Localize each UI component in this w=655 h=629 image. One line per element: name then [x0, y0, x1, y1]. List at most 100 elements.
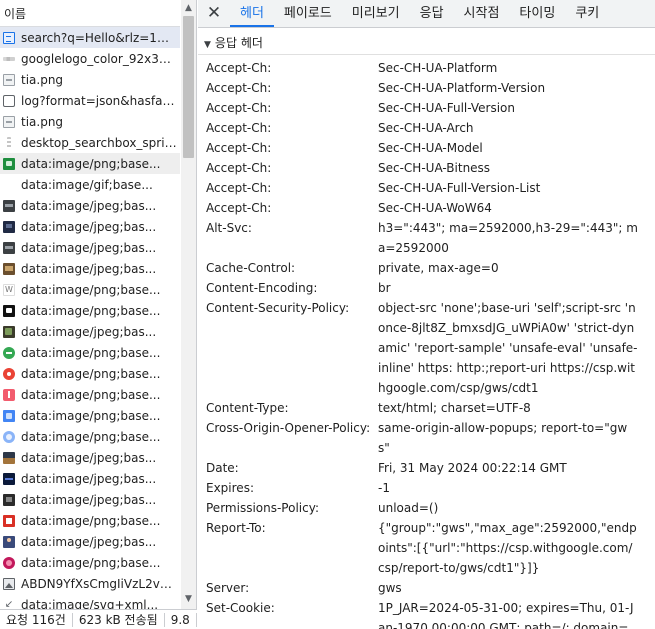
tab-payload[interactable]: 페이로드 [274, 0, 342, 27]
scrollbar-thumb[interactable] [183, 16, 194, 158]
request-row[interactable]: data:image/jpeg;bas... [0, 531, 180, 552]
tab-headers[interactable]: 헤더 [230, 0, 274, 27]
request-list-panel: 이름 search?q=Hello&rlz=1C1YTUH_koKR1googl… [0, 0, 197, 629]
name-column-header[interactable]: 이름 [0, 0, 180, 27]
header-value: Sec-CH-UA-WoW64 [378, 201, 492, 215]
header-name: Expires: [206, 481, 254, 495]
tab-cookies[interactable]: 쿠키 [565, 0, 609, 27]
header-name: Content-Type: [206, 401, 289, 415]
header-name: Accept-Ch: [206, 181, 272, 195]
request-name: data:image/jpeg;bas... [21, 324, 157, 339]
tab-response[interactable]: 응답 [410, 0, 454, 27]
request-name: data:image/png;base... [21, 156, 161, 171]
response-headers-section-toggle[interactable]: ▼ 응답 헤더 [198, 29, 655, 55]
request-name: data:image/jpeg;bas... [21, 471, 157, 486]
request-row[interactable]: log?format=json&hasfast=true [0, 90, 180, 111]
header-name: Date: [206, 461, 239, 475]
person-image-icon [3, 535, 15, 548]
request-row[interactable]: Wdata:image/png;base... [0, 279, 180, 300]
header-name: Content-Encoding: [206, 281, 318, 295]
request-row[interactable]: data:image/png;base... [0, 153, 180, 174]
green-circle-icon [3, 346, 15, 359]
red-square-icon [3, 514, 15, 527]
request-row[interactable]: data:image/jpeg;bas... [0, 489, 180, 510]
request-name: googlelogo_color_92x30dp.webp [21, 51, 177, 66]
header-name: Server: [206, 581, 250, 595]
request-row[interactable]: data:image/jpeg;bas... [0, 195, 180, 216]
request-row[interactable]: data:image/jpeg;bas... [0, 216, 180, 237]
dark-image-icon [3, 199, 15, 212]
dark-image-icon [3, 241, 15, 254]
header-value: Sec-CH-UA-Platform [378, 61, 498, 75]
request-name: tia.png [21, 72, 64, 87]
request-row[interactable]: tia.png [0, 69, 180, 90]
request-row[interactable]: data:image/png;base... [0, 300, 180, 321]
request-name: data:image/png;base... [21, 387, 161, 402]
request-name: ABDN9YfXsCmgIiVzL2vmqmWx [21, 576, 177, 591]
request-row[interactable]: data:image/png;base... [0, 384, 180, 405]
request-row[interactable]: data:image/png;base... [0, 405, 180, 426]
header-row: Report-To: {"group":"gws","max_age":25920… [198, 518, 655, 578]
request-row[interactable]: googlelogo_color_92x30dp.webp [0, 48, 180, 69]
header-row: Accept-Ch: Sec-CH-UA-Model [198, 138, 655, 158]
request-row[interactable]: data:image/png;base... [0, 342, 180, 363]
header-name: Cross-Origin-Opener-Policy: [206, 421, 371, 435]
request-name: data:image/jpeg;bas... [21, 240, 157, 255]
request-name: data:image/jpeg;bas... [21, 219, 157, 234]
request-row[interactable]: data:image/jpeg;bas... [0, 447, 180, 468]
tab-preview[interactable]: 미리보기 [342, 0, 410, 27]
header-value: private, max-age=0 [378, 261, 499, 275]
request-row[interactable]: desktop_searchbox_sprites318_hr.webp [0, 132, 180, 153]
scroll-up-arrow-icon[interactable]: ▲ [181, 2, 196, 14]
request-row[interactable]: data:image/jpeg;bas... [0, 468, 180, 489]
document-icon [3, 31, 15, 44]
navy-image-icon [3, 472, 15, 485]
header-name: Accept-Ch: [206, 101, 272, 115]
brown-image-icon [3, 262, 15, 275]
header-name: Accept-Ch: [206, 121, 272, 135]
scroll-down-arrow-icon[interactable]: ▼ [181, 593, 196, 605]
photo-icon [3, 451, 15, 464]
image-frame-icon [3, 577, 15, 590]
request-row[interactable]: data:image/png;base... [0, 426, 180, 447]
request-row[interactable]: data:image/png;base... [0, 363, 180, 384]
request-row[interactable]: search?q=Hello&rlz=1C1YTUH_koKR1 [0, 27, 180, 48]
request-row[interactable]: data:image/jpeg;bas... [0, 258, 180, 279]
header-row: Cache-Control: private, max-age=0 [198, 258, 655, 278]
request-row[interactable]: ↙ data:image/svg+xml... [0, 594, 180, 610]
tab-timing[interactable]: 타이밍 [509, 0, 565, 27]
pink-circle-icon [3, 556, 15, 569]
blank-icon [3, 179, 15, 191]
request-row[interactable]: data:image/jpeg;bas... [0, 237, 180, 258]
header-row: Accept-Ch: Sec-CH-UA-WoW64 [198, 198, 655, 218]
request-name: log?format=json&hasfast=true [21, 93, 177, 108]
request-row[interactable]: data:image/png;base... [0, 552, 180, 573]
request-row[interactable]: tia.png [0, 111, 180, 132]
header-value: Sec-CH-UA-Bitness [378, 161, 491, 175]
header-value: {"group":"gws","max_age":2592000,"endpoi… [378, 521, 637, 575]
request-name: desktop_searchbox_sprites318_hr.webp [21, 135, 177, 150]
olive-image-icon [3, 325, 15, 338]
request-row[interactable]: data:image/gif;base... [0, 174, 180, 195]
header-row: Accept-Ch: Sec-CH-UA-Platform [198, 58, 655, 78]
request-name: data:image/jpeg;bas... [21, 450, 157, 465]
header-row: Content-Encoding: br [198, 278, 655, 298]
request-count: 요청 116건 [0, 612, 73, 627]
header-row: Server: gws [198, 578, 655, 598]
header-row: Expires: -1 [198, 478, 655, 498]
header-row: Accept-Ch: Sec-CH-UA-Arch [198, 118, 655, 138]
request-name: data:image/png;base... [21, 366, 161, 381]
close-icon[interactable]: ✕ [198, 0, 230, 27]
red-circle-icon [3, 367, 15, 380]
request-row[interactable]: ABDN9YfXsCmgIiVzL2vmqmWx [0, 573, 180, 594]
request-row[interactable]: data:image/png;base... [0, 510, 180, 531]
request-row[interactable]: data:image/jpeg;bas... [0, 321, 180, 342]
request-name: data:image/svg+xml... [21, 597, 159, 610]
request-name: data:image/jpeg;bas... [21, 198, 157, 213]
transferred-size: 623 kB 전송됨 [73, 612, 165, 627]
request-name: data:image/png;base... [21, 345, 161, 360]
header-value: 1P_JAR=2024-05-31-00; expires=Thu, 01-Ja… [378, 601, 634, 629]
image-icon [3, 73, 15, 86]
header-value: h3=":443"; ma=2592000,h3-29=":443"; ma=2… [378, 221, 638, 255]
tab-initiator[interactable]: 시작점 [454, 0, 510, 27]
